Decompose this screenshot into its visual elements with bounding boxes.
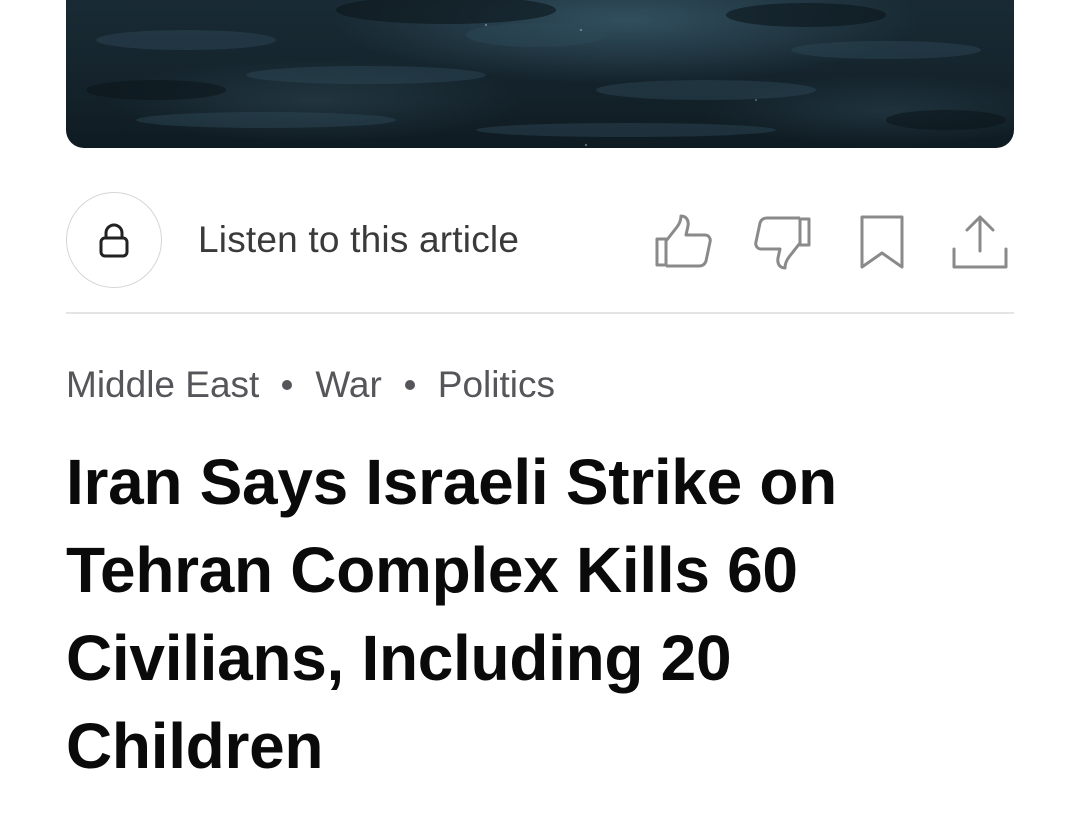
- article-headline: Iran Says Israeli Strike on Tehran Compl…: [66, 446, 837, 782]
- tag-war[interactable]: War: [315, 364, 381, 406]
- thumbs-up-icon: [655, 214, 712, 268]
- thumbs-down-icon: [754, 216, 811, 270]
- article-tags: Middle East War Politics: [66, 362, 555, 408]
- tag-separator-dot: [404, 380, 415, 390]
- bookmark-icon: [860, 215, 904, 269]
- bookmark-button[interactable]: [850, 210, 914, 274]
- toolbar-divider: [66, 312, 1014, 314]
- tag-middle-east[interactable]: Middle East: [66, 364, 259, 406]
- lock-icon: [99, 223, 129, 258]
- listen-label[interactable]: Listen to this article: [198, 218, 519, 262]
- dislike-button[interactable]: [750, 210, 814, 274]
- listen-play-button[interactable]: [66, 192, 162, 288]
- article-toolbar: Listen to this article: [66, 192, 1014, 290]
- tag-separator-dot: [282, 380, 293, 390]
- hero-image-texture: [86, 0, 1006, 147]
- share-icon: [952, 215, 1008, 269]
- like-button[interactable]: [652, 210, 716, 274]
- article-hero-image: [66, 0, 1014, 148]
- tag-politics[interactable]: Politics: [438, 364, 555, 406]
- share-button[interactable]: [948, 210, 1012, 274]
